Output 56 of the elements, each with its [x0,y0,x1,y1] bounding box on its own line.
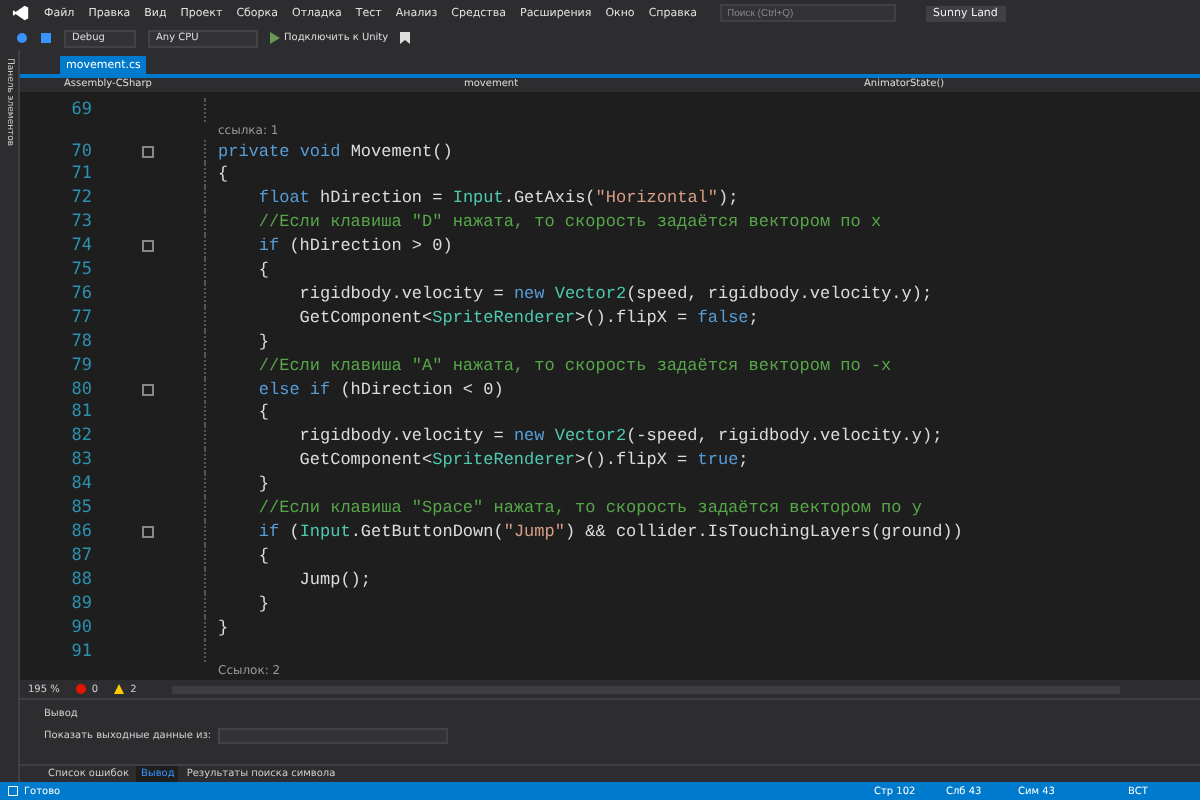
fold-toggle-icon[interactable] [142,383,154,396]
code-line: rigidbody.velocity = new Vector2(-speed, rigidbody.velocity.y); [297,426,943,447]
code-line: } [256,593,270,614]
code-line: rigidbody.velocity = new Vector2(speed, rigidbody.velocity.y); [297,283,933,304]
code-line: Jump(); [297,569,372,590]
save-icon[interactable] [40,32,52,44]
fold-toggle-icon[interactable] [142,145,154,158]
code-line: if (Input.GetButtonDown("Jump") && collider.IsTouchingLayers(ground)) [256,522,963,542]
fold-toggle-icon[interactable] [142,526,154,539]
line-number: 77 [69,307,92,328]
code-line: if (hDirection > 0) [256,236,453,257]
code-line: else if (hDirection < 0) [256,379,504,400]
code-line: //Если клавиша "Space" нажата, то скорость задаётся вектором по y [256,498,922,519]
code-line: //Если клавиша "A" нажата, то скорость задаётся вектором по -x [256,355,892,376]
line-number: 88 [69,569,92,590]
line-number: 80 [69,379,92,400]
code-line: { [256,260,270,281]
line-number: 81 [69,402,92,423]
back-icon[interactable] [16,32,28,44]
line-number: 71 [69,164,92,185]
line-number: 74 [69,236,92,257]
line-number: 73 [69,212,92,233]
code-line: { [256,545,270,566]
line-number: 84 [69,474,92,495]
fold-toggle-icon[interactable] [142,240,154,253]
line-number: 72 [69,188,92,209]
line-number: 82 [69,426,92,447]
code-line: float hDirection = Input.GetAxis("Horizontal"); [256,188,739,209]
line-number: 78 [69,331,92,352]
code-line: } [216,617,229,638]
bookmark-icon[interactable] [400,32,411,44]
warning-icon [114,684,125,694]
code-line: { [216,164,229,185]
code-line: //Если клавиша "D" нажата, то скорость задаётся вектором по x [256,212,882,233]
line-number: 87 [69,545,92,566]
code-line: GetComponent<SpriteRenderer>().flipX = true; [297,450,749,471]
line-number: 90 [69,617,92,638]
line-number: 79 [69,355,92,376]
code-line: private void Movement() [216,141,453,161]
play-icon [270,32,280,44]
code-line: GetComponent<SpriteRenderer>().flipX = false; [297,307,759,328]
line-number: 85 [69,498,92,519]
line-number: 83 [69,450,92,471]
line-number: 86 [69,522,92,542]
status-icon [8,786,18,796]
line-number: 70 [69,141,92,161]
line-number: 89 [69,593,92,614]
code-line: } [256,331,270,352]
line-number: 75 [69,260,92,281]
error-icon [75,684,86,694]
line-number: 76 [69,283,92,304]
code-line: } [256,474,270,495]
app-logo-icon [12,4,30,22]
line-number: 69 [69,99,92,120]
line-number: 91 [69,641,92,662]
code-line: { [256,402,270,423]
